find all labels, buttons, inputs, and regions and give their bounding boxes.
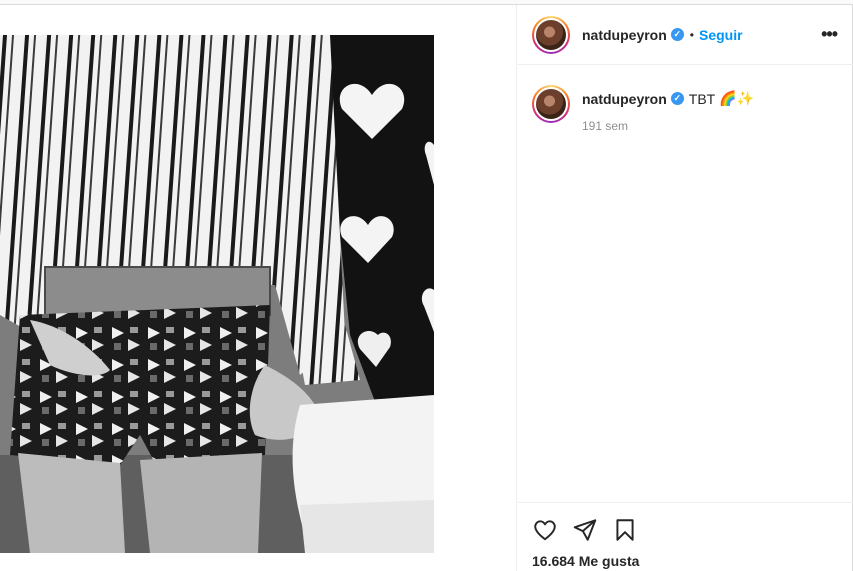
verified-badge-icon: ✓ — [670, 28, 684, 41]
follow-button[interactable]: Seguir — [699, 27, 743, 43]
avatar[interactable] — [532, 15, 570, 54]
caption-avatar-image — [536, 89, 566, 119]
caption-avatar[interactable] — [532, 85, 570, 123]
caption-verified-badge-icon: ✓ — [670, 92, 684, 105]
avatar-image — [536, 19, 566, 50]
caption-body: natdupeyron ✓ TBT 🌈✨ 191 sem — [582, 83, 754, 133]
post-caption: natdupeyron ✓ TBT 🌈✨ 191 sem — [518, 65, 853, 133]
post-time-ago[interactable]: 191 sem — [582, 119, 754, 133]
caption-text: TBT — [688, 90, 716, 107]
post-media-area — [0, 5, 517, 571]
post-header: natdupeyron ✓ • Seguir ••• — [518, 5, 853, 65]
action-icons-row — [532, 517, 839, 543]
header-username[interactable]: natdupeyron — [582, 27, 667, 43]
paper-plane-icon[interactable] — [572, 517, 598, 543]
likes-count[interactable]: 16.684 Me gusta — [532, 553, 839, 569]
bookmark-icon[interactable] — [612, 517, 638, 543]
post-photo[interactable] — [0, 35, 434, 553]
post-sidebar: natdupeyron ✓ • Seguir ••• natdupeyron ✓… — [518, 5, 853, 571]
more-options-icon[interactable]: ••• — [821, 24, 841, 45]
avatar-border — [534, 17, 568, 52]
caption-username[interactable]: natdupeyron — [582, 91, 667, 107]
caption-line: natdupeyron ✓ TBT 🌈✨ — [582, 90, 754, 107]
post-container: natdupeyron ✓ • Seguir ••• natdupeyron ✓… — [0, 4, 853, 571]
caption-emojis: 🌈✨ — [719, 90, 755, 106]
caption-avatar-border — [534, 87, 568, 121]
header-separator: • — [689, 27, 694, 42]
heart-icon[interactable] — [532, 517, 558, 543]
post-actions: 16.684 Me gusta — [518, 502, 853, 569]
